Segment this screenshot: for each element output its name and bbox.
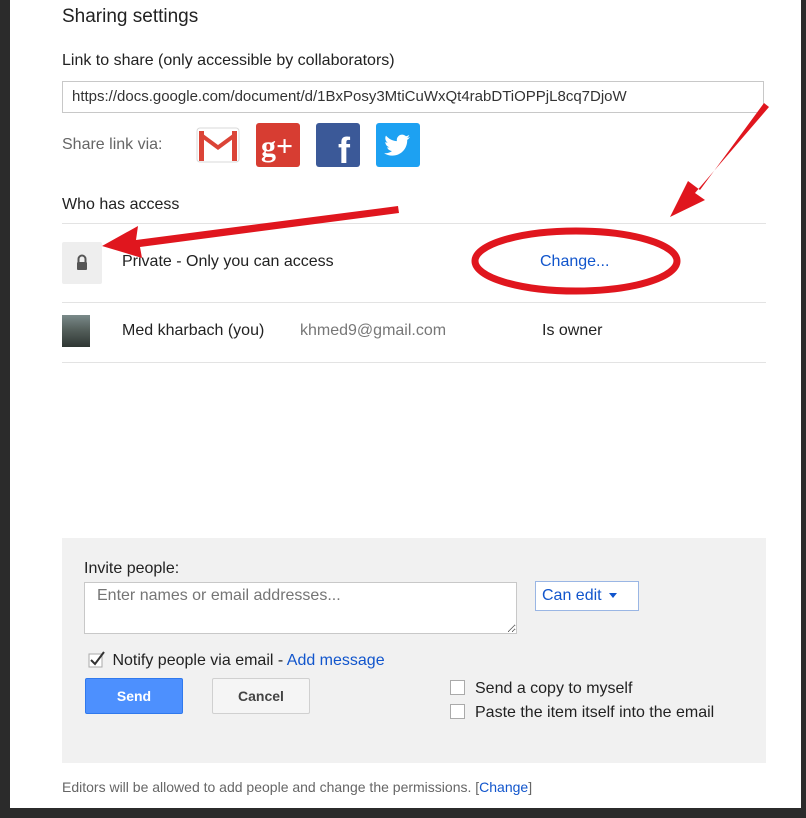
annotation-ellipse [471,227,681,295]
annotation-overlay [102,103,769,295]
annotation-arrow-left [102,206,399,258]
annotation-arrow-right [670,103,769,217]
